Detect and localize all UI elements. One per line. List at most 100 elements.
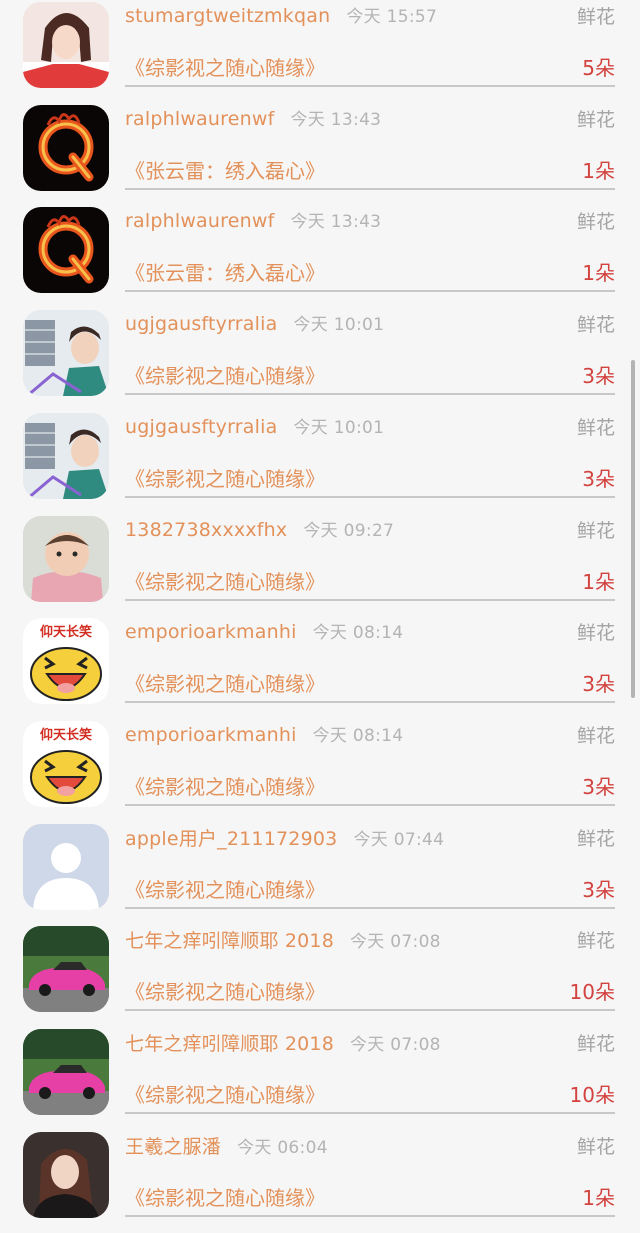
scrollbar[interactable] [631,360,635,698]
gift-time: 今天 15:57 [346,7,438,27]
username-text[interactable]: 王羲之脲潘 [125,1136,221,1158]
username-text[interactable]: 七年之痒吲障顺耶 2018 [125,1033,334,1055]
row-divider [125,290,615,293]
username-text[interactable]: 七年之痒吲障顺耶 2018 [125,930,334,952]
book-title-link[interactable]: 《综影视之随心随缘》 [125,52,325,81]
gift-type-label: 鲜花 [576,6,615,28]
gift-record-row[interactable]: 七年之痒吲障顺耶 2018 今天 07:08 鲜花 《综影视之随心随缘》 10朵 [0,1027,640,1130]
laughing-cartoon-avatar[interactable]: 仰天长笑 [23,720,109,807]
book-title-link[interactable]: 《综影视之随心随缘》 [125,1182,325,1211]
username[interactable]: ralphlwaurenwf 今天 13:43 [125,105,381,130]
username-text[interactable]: ralphlwaurenwf [125,108,275,130]
gift-record-row[interactable]: ugjgausftyrralia 今天 10:01 鲜花 《综影视之随心随缘》 3… [0,411,640,514]
gift-record-row[interactable]: 仰天长笑 emporioarkmanhi 今天 08:14 鲜花 《综影视之随心随… [0,719,640,822]
username[interactable]: emporioarkmanhi 今天 08:14 [125,721,403,746]
gift-record-row[interactable]: ugjgausftyrralia 今天 10:01 鲜花 《综影视之随心随缘》 3… [0,308,640,411]
username[interactable]: ugjgausftyrralia 今天 10:01 [125,413,384,438]
book-title-link[interactable]: 《综影视之随心随缘》 [125,976,325,1005]
gift-record-row[interactable]: 王羲之脲潘 今天 06:04 鲜花 《综影视之随心随缘》 1朵 [0,1130,640,1233]
gift-type-label: 鲜花 [576,724,615,747]
gift-time: 今天 08:14 [312,725,404,746]
fire-q-logo-avatar[interactable] [23,104,109,191]
username[interactable]: 王羲之脲潘 今天 06:04 [125,1132,328,1159]
pink-car-avatar[interactable] [23,926,109,1013]
row-divider [125,1214,615,1217]
gift-type-label: 鲜花 [576,108,615,131]
username[interactable]: 七年之痒吲障顺耶 2018 今天 07:08 [125,926,441,953]
gift-count: 3朵 [582,774,615,799]
row-divider [125,495,615,498]
fire-q-logo-avatar[interactable] [23,207,109,294]
gift-record-row[interactable]: 七年之痒吲障顺耶 2018 今天 07:08 鲜花 《综影视之随心随缘》 10朵 [0,924,640,1027]
username[interactable]: emporioarkmanhi 今天 08:14 [125,618,403,643]
book-title-link[interactable]: 《张云雷：绣入磊心》 [125,155,325,184]
gift-time: 今天 10:01 [293,417,385,438]
username[interactable]: apple用户_211172903 今天 07:44 [125,824,444,851]
username-text[interactable]: ugjgausftyrralia [125,313,277,335]
row-divider [125,85,615,87]
username-text[interactable]: stumargtweitzmkqan [125,5,330,27]
book-title-link[interactable]: 《综影视之随心随缘》 [125,463,325,492]
default-user-avatar[interactable] [23,823,109,910]
gift-record-row[interactable]: apple用户_211172903 今天 07:44 鲜花 《综影视之随心随缘》 … [0,822,640,925]
laughing-cartoon-avatar[interactable]: 仰天长笑 [23,618,109,705]
row-divider [125,1009,615,1012]
gift-record-row[interactable]: 仰天长笑 emporioarkmanhi 今天 08:14 鲜花 《综影视之随心随… [0,616,640,719]
username[interactable]: ralphlwaurenwf 今天 13:43 [125,207,381,232]
gift-type-label: 鲜花 [576,1033,615,1055]
row-divider [125,187,615,190]
gift-count: 1朵 [582,1185,615,1210]
username[interactable]: ugjgausftyrralia 今天 10:01 [125,310,384,335]
gift-time: 今天 07:08 [350,1035,441,1055]
book-title-link[interactable]: 《综影视之随心随缘》 [125,874,325,903]
row-divider [125,701,615,704]
username-text[interactable]: ugjgausftyrralia [125,416,277,438]
book-title-link[interactable]: 《综影视之随心随缘》 [125,668,325,697]
row-divider [125,1112,615,1114]
book-title-link[interactable]: 《张云雷：绣入磊心》 [125,257,325,286]
gift-type-label: 鲜花 [576,416,615,439]
username-text[interactable]: emporioarkmanhi [125,724,297,746]
gift-time: 今天 07:44 [353,829,445,850]
book-title-link[interactable]: 《综影视之随心随缘》 [125,771,325,800]
gift-time: 今天 07:08 [350,932,441,953]
boy-photo-avatar[interactable] [23,310,109,397]
book-title-link[interactable]: 《综影视之随心随缘》 [125,360,325,389]
gift-record-row[interactable]: ralphlwaurenwf 今天 13:43 鲜花 《张云雷：绣入磊心》 1朵 [0,103,640,206]
gift-type-label: 鲜花 [576,622,615,645]
gift-count: 1朵 [582,569,615,594]
gift-record-row[interactable]: 1382738xxxxfhx 今天 09:27 鲜花 《综影视之随心随缘》 1朵 [0,514,640,617]
username[interactable]: stumargtweitzmkqan 今天 15:57 [125,2,437,27]
baby-photo-avatar[interactable] [23,515,109,602]
gift-count: 3朵 [582,466,615,491]
gift-record-row[interactable]: ralphlwaurenwf 今天 13:43 鲜花 《张云雷：绣入磊心》 1朵 [0,205,640,308]
boy-photo-avatar[interactable] [23,412,109,499]
gift-count: 3朵 [582,877,615,902]
gift-type-label: 鲜花 [576,1135,615,1158]
svg-text:仰天长笑: 仰天长笑 [40,624,92,640]
username-text[interactable]: emporioarkmanhi [125,621,297,643]
gift-record-row[interactable]: stumargtweitzmkqan 今天 15:57 鲜花 《综影视之随心随缘》… [0,0,640,103]
gift-time: 今天 10:01 [293,315,385,336]
row-divider [125,803,615,806]
book-title-link[interactable]: 《综影视之随心随缘》 [125,1079,325,1108]
username-text[interactable]: apple用户_211172903 [125,828,337,850]
username-text[interactable]: 1382738xxxxfhx [125,519,287,541]
username-text[interactable]: ralphlwaurenwf [125,210,275,232]
gift-type-label: 鲜花 [576,827,615,850]
book-title-link[interactable]: 《综影视之随心随缘》 [125,566,325,595]
gift-count: 3朵 [582,364,615,389]
girl-photo-avatar[interactable] [23,2,109,88]
gift-count: 1朵 [582,158,615,183]
gift-time: 今天 08:14 [312,623,404,644]
gift-count: 3朵 [582,672,615,697]
row-divider [125,393,615,396]
gift-type-label: 鲜花 [576,519,615,542]
gift-count: 10朵 [569,980,615,1005]
username[interactable]: 1382738xxxxfhx 今天 09:27 [125,516,394,541]
gift-time: 今天 13:43 [290,109,382,130]
username[interactable]: 七年之痒吲障顺耶 2018 今天 07:08 [125,1029,441,1056]
woman-photo-avatar[interactable] [23,1131,109,1218]
pink-car-avatar[interactable] [23,1029,109,1115]
gift-time: 今天 13:43 [290,212,382,233]
